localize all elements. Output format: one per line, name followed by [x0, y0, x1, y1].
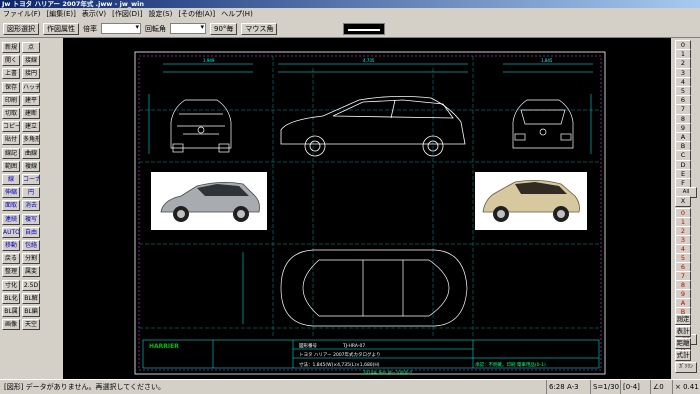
front-photo — [151, 172, 267, 230]
toolbar: 図形選択 作図属性 倍率 回転角 90°毎 マウス角 — [0, 20, 700, 38]
tool-button-2[interactable]: 開く — [2, 55, 20, 67]
dim-width2-text: 1,845 — [541, 58, 553, 63]
tool-button-18[interactable]: 範囲 — [2, 160, 20, 172]
dim-length-text: 4,735 — [363, 58, 375, 63]
status-coords: 6:28 A-3 — [546, 380, 581, 394]
tool-button-27[interactable]: 複写 — [22, 213, 40, 225]
layer-button-35[interactable]: 表計 — [675, 326, 691, 337]
menu-item-4[interactable]: 設定(S) — [148, 9, 172, 19]
tool-button-40[interactable]: BL属 — [2, 306, 20, 317]
rect-select-button[interactable]: 図形選択 — [3, 22, 39, 35]
title-number: TJ-HRA-07 — [342, 343, 365, 349]
menu-item-5[interactable]: [その他(A)] — [178, 9, 215, 19]
menu-item-0[interactable]: ファイル(F) — [3, 9, 41, 19]
tool-button-31[interactable]: 包絡 — [22, 240, 40, 251]
mouse-angle-button[interactable]: マウス角 — [241, 22, 278, 35]
tool-button-5[interactable]: 接円 — [22, 68, 40, 80]
menu-item-1[interactable]: [編集(E)] — [47, 9, 76, 19]
menu-item-2[interactable]: 表示(V) — [82, 9, 106, 19]
tool-button-3[interactable]: 接線 — [22, 55, 40, 67]
harrier-logo: HARRIER — [149, 343, 179, 350]
tool-button-23[interactable]: 円 — [22, 187, 40, 199]
dim-width-text: 1,949 — [203, 58, 215, 63]
tool-button-41[interactable]: BL編 — [22, 306, 40, 317]
tool-button-21[interactable]: コーナー — [22, 174, 40, 185]
tool-button-6[interactable]: 保存 — [2, 81, 20, 93]
drawing-canvas[interactable]: 1,949 4,735 1,845 図形番号 TJ-HRA-07 トヨタ ハリア… — [63, 38, 671, 379]
rot90-button[interactable]: 90°毎 — [210, 22, 238, 35]
tool-button-37[interactable]: 2.5D — [22, 279, 40, 291]
tool-button-10[interactable]: 切取 — [2, 108, 20, 119]
tool-button-25[interactable]: 消去 — [22, 200, 40, 212]
menu-bar: ファイル(F) [編集(E)] 表示(V) [作図(D)] 設定(S) [その他(A)] ヘ… — [0, 8, 700, 20]
tool-button-26[interactable]: 連続 — [2, 213, 20, 225]
rear-photo — [475, 172, 587, 230]
tool-button-8[interactable]: 印刷 — [2, 94, 20, 106]
status-zoom[interactable]: × 0.41 — [672, 380, 700, 394]
tool-button-42[interactable]: 画像 — [2, 319, 20, 331]
scale-label: 倍率 — [83, 24, 97, 33]
tool-button-38[interactable]: BL化 — [2, 292, 20, 304]
tool-button-32[interactable]: 戻る — [2, 253, 20, 265]
rotate-select[interactable] — [170, 23, 206, 34]
tool-button-34[interactable]: 整理 — [2, 266, 20, 278]
tool-button-20[interactable]: 線 — [2, 174, 20, 185]
model-name: トヨタ ハリアー 2007年式カタログより — [299, 351, 380, 358]
status-message: [図形] データがありません。再選択してください。 — [4, 383, 166, 391]
layer-button-34[interactable]: 測定 — [675, 314, 691, 325]
left-tool-panel: 新規点開く 接線 上書 接円 保存 ハッチ 印刷 建平 切取 建断 コピー 建立 貼付 多角形 線記 曲線 範囲… — [0, 38, 62, 379]
size-line: 寸法：1,845(W)×4,735(L)×1,680(H) — [299, 361, 380, 368]
tool-button-13[interactable]: 建立 — [22, 121, 40, 133]
status-layer[interactable]: [0-4] — [620, 380, 642, 394]
tool-button-22[interactable]: 伸縮 — [2, 187, 20, 199]
window-title: Jw トヨタ ハリアー 2007年式 .jww - jw_win — [0, 0, 700, 8]
title-label: 図形番号 — [299, 342, 317, 349]
rear-view — [512, 99, 574, 149]
status-scale[interactable]: S=1/30 — [590, 380, 621, 394]
menu-item-6[interactable]: ヘルプ(H) — [221, 9, 253, 19]
tool-button-11[interactable]: 建断 — [22, 108, 40, 119]
scale-select[interactable] — [101, 23, 141, 34]
footer-note: 2014年 所在 地ー10000-Y — [363, 369, 413, 375]
status-bar: [図形] データがありません。再選択してください。 6:28 A-3 S=1/3… — [0, 379, 700, 394]
tool-button-12[interactable]: コピー — [2, 121, 20, 133]
tool-button-14[interactable]: 貼付 — [2, 134, 20, 146]
layer-button-38[interactable]: ｶﾞｿﾘﾝ — [675, 362, 697, 373]
right-layer-panel: 0123456789ABCDEFAllX0123456789ABCDAllX測定… — [672, 38, 700, 379]
top-view — [280, 249, 468, 327]
line-type-preview[interactable] — [343, 22, 386, 35]
rotate-label: 回転角 — [145, 24, 166, 33]
tool-button-36[interactable]: 寸化 — [2, 279, 20, 291]
layer-button-37[interactable]: 式計 — [675, 350, 691, 361]
tool-button-16[interactable]: 線記 — [2, 147, 20, 159]
tool-button-7[interactable]: ハッチ — [22, 81, 40, 93]
tool-button-4[interactable]: 上書 — [2, 68, 20, 80]
side-view — [280, 96, 466, 157]
layer-button-36[interactable]: 距離 — [675, 338, 691, 349]
tool-button-29[interactable]: 自由 — [22, 226, 40, 238]
tool-button-28[interactable]: AUTO — [2, 226, 20, 238]
layer-button-17[interactable]: X — [675, 196, 691, 208]
tool-button-0[interactable]: 新規 — [2, 42, 20, 53]
tool-button-1[interactable]: 点 — [22, 42, 40, 53]
status-angle[interactable]: ∠0 — [650, 380, 666, 394]
tool-button-35[interactable]: 属変 — [22, 266, 40, 278]
attr-select-button[interactable]: 作図属性 — [43, 22, 79, 35]
menu-item-3[interactable]: [作図(D)] — [112, 9, 142, 19]
tool-button-24[interactable]: 面取 — [2, 200, 20, 212]
tool-button-43[interactable]: 天空 — [22, 319, 40, 331]
tool-button-9[interactable]: 建平 — [22, 94, 40, 106]
front-view — [170, 99, 232, 153]
tool-button-33[interactable]: 分割 — [22, 253, 40, 265]
stamp-note: 承認：不明確。印刷 電車用品(0-1) — [475, 361, 546, 368]
tool-button-19[interactable]: 複線 — [22, 160, 40, 172]
tool-button-39[interactable]: BL解 — [22, 292, 40, 304]
tool-button-15[interactable]: 多角形 — [22, 134, 40, 146]
tool-button-17[interactable]: 曲線 — [22, 147, 40, 159]
tool-button-30[interactable]: 移動 — [2, 240, 20, 251]
